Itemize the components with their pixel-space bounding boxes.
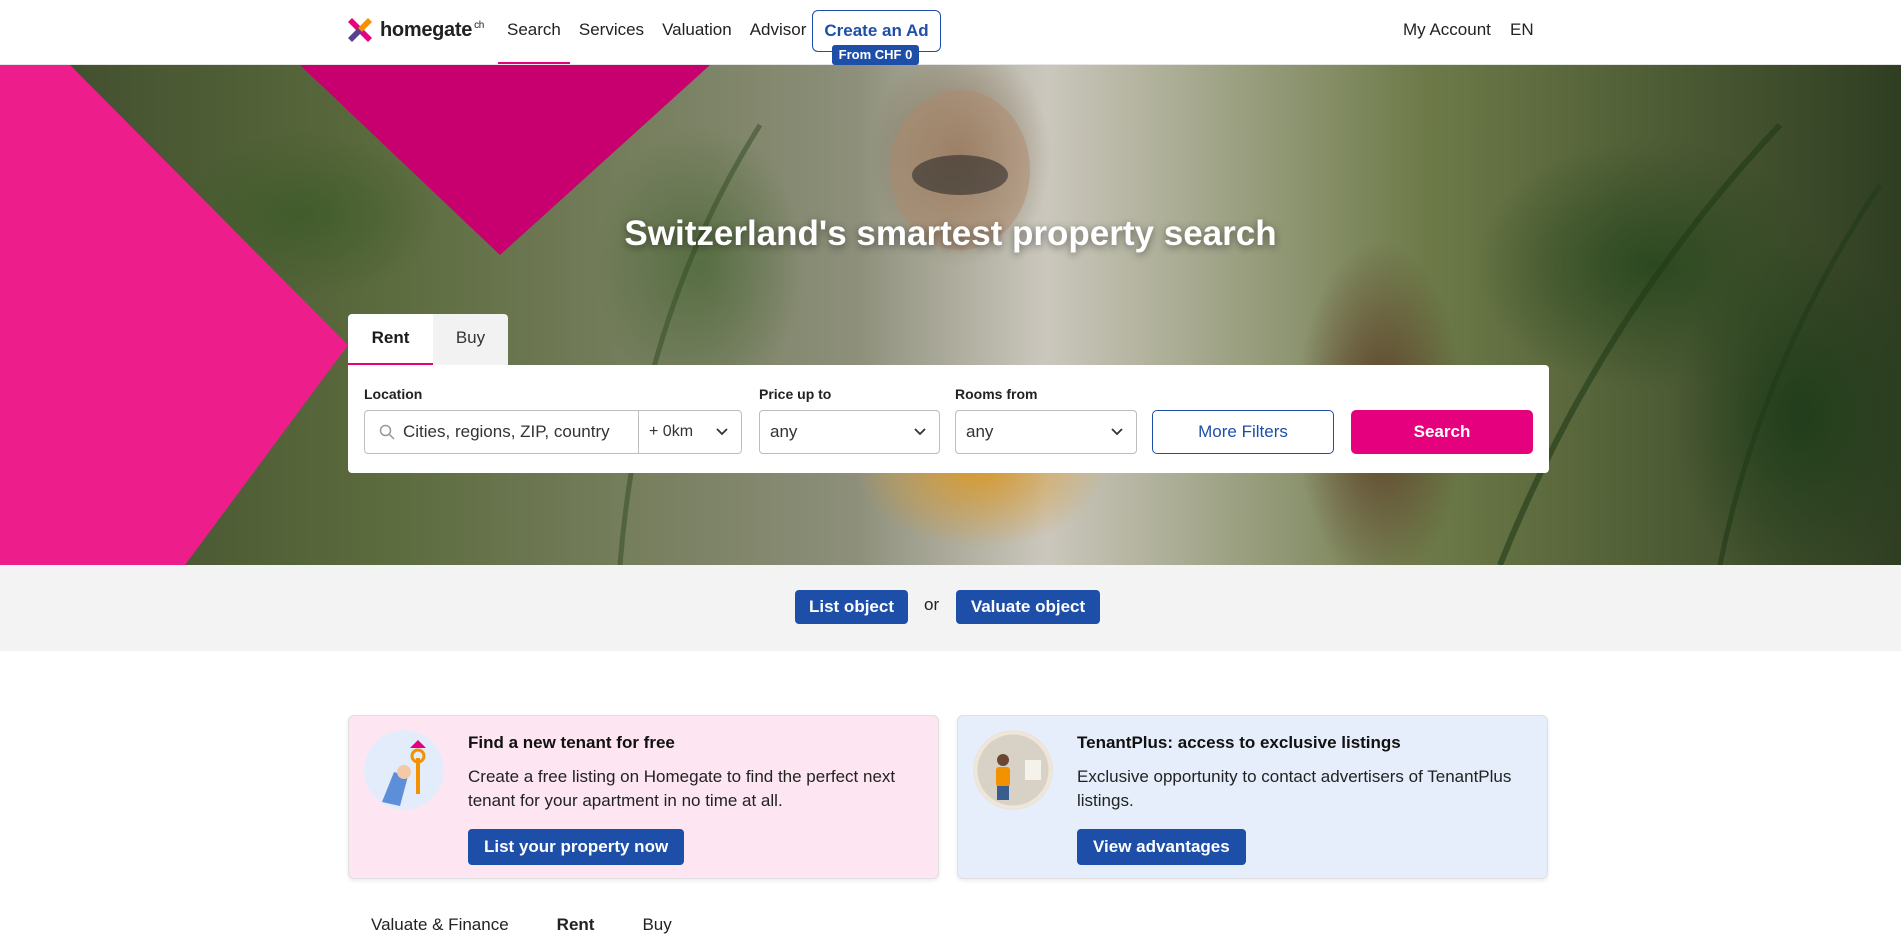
chevron-down-icon (1111, 428, 1123, 436)
cta-strip: List object or Valuate object (0, 565, 1901, 651)
nav-search[interactable]: Search (498, 0, 570, 64)
location-field[interactable] (364, 410, 639, 454)
card-text: Create a free listing on Homegate to fin… (468, 767, 896, 810)
logo-text: homegate ch (380, 18, 485, 41)
bottom-tabs: Valuate & Finance Rent Buy (371, 915, 720, 935)
list-property-button[interactable]: List your property now (468, 829, 685, 865)
hero-title: Switzerland's smartest property search (624, 214, 1277, 253)
chevron-down-icon (716, 428, 728, 436)
chevron-down-icon (914, 428, 926, 436)
person-photo-icon (973, 730, 1053, 810)
hero-pink-shapes (0, 65, 1883, 565)
card-title: TenantPlus: access to exclusive listings (1077, 733, 1401, 752)
main-nav: Search Services Valuation Advisor (498, 0, 815, 64)
search-button[interactable]: Search (1351, 410, 1533, 454)
radius-select[interactable]: + 0km (638, 410, 742, 454)
nav-advisor[interactable]: Advisor (741, 0, 816, 64)
more-filters-button[interactable]: More Filters (1152, 410, 1334, 454)
my-account-link[interactable]: My Account (1403, 0, 1491, 60)
tab-buy[interactable]: Buy (433, 314, 508, 365)
price-label: Price up to (759, 386, 832, 402)
tab-rent[interactable]: Rent (348, 314, 433, 365)
homegate-logo[interactable]: homegate ch (348, 18, 484, 42)
card-title: Find a new tenant for free (468, 733, 675, 752)
view-advantages-button[interactable]: View advantages (1077, 829, 1246, 865)
rooms-label: Rooms from (955, 386, 1038, 402)
cta-or-text: or (924, 595, 940, 614)
nav-services[interactable]: Services (570, 0, 653, 64)
tab-valuate-finance[interactable]: Valuate & Finance (371, 915, 509, 935)
card-illustration (364, 730, 444, 810)
price-select[interactable]: any (759, 410, 940, 454)
site-header: homegate ch Search Services Valuation Adv… (0, 0, 1901, 65)
location-input[interactable] (403, 422, 623, 442)
rooms-value: any (966, 422, 994, 441)
location-label: Location (364, 386, 423, 402)
radius-value: + 0km (649, 423, 694, 440)
logo-icon (348, 18, 372, 42)
key-hand-icon (364, 730, 444, 810)
valuate-object-button[interactable]: Valuate object (956, 590, 1100, 624)
card-text: Exclusive opportunity to contact adverti… (1077, 767, 1512, 810)
search-mode-tabs: Rent Buy (348, 314, 508, 365)
list-object-button[interactable]: List object (795, 590, 908, 624)
find-tenant-card: Find a new tenant for free Create a free… (348, 715, 939, 879)
nav-valuation[interactable]: Valuation (653, 0, 741, 64)
card-photo (973, 730, 1053, 810)
tenantplus-card: TenantPlus: access to exclusive listings… (957, 715, 1548, 879)
hero-banner: Switzerland's smartest property search (0, 65, 1901, 565)
language-switcher[interactable]: EN (1510, 0, 1534, 60)
tab-rent-bottom[interactable]: Rent (557, 915, 595, 935)
create-ad-price-badge: From CHF 0 (832, 45, 919, 65)
price-value: any (770, 422, 798, 441)
search-form: Location + 0km Price up to any Rooms fro… (348, 365, 1549, 473)
rooms-select[interactable]: any (955, 410, 1137, 454)
tab-buy-bottom[interactable]: Buy (642, 915, 671, 935)
search-icon (379, 424, 395, 440)
